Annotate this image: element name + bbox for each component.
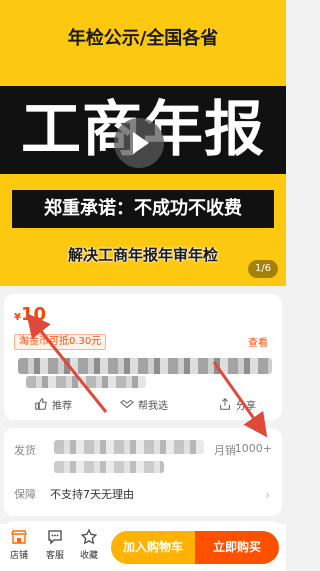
star-icon [80,528,98,545]
share-label: 分享 [236,400,256,412]
favorite-label: 收藏 [79,551,98,561]
monthly-sales-label: 月销 [214,444,236,457]
price-card: ¥10 淘金币可抵0.30元 查看 推荐 帮我选 分享 [4,294,282,420]
thumb-up-icon [35,398,47,410]
guarantee-label: 保障 [14,488,36,501]
chat-icon [48,530,62,545]
help-choose-label: 帮我选 [138,400,168,412]
customer-service-button[interactable]: 客服 [38,528,72,566]
coin-coupon-badge[interactable]: 淘金币可抵0.30元 [14,334,107,350]
chevron-right-icon[interactable]: › [265,488,270,502]
ship-label: 发货 [14,444,36,457]
help-choose-button[interactable]: 帮我选 [120,394,168,414]
store-button[interactable]: 店铺 [2,528,36,566]
monthly-sales-value: 1000+ [234,442,272,455]
price-value: 10 [20,304,47,325]
banner-topline: 年检公示/全国各省 [67,28,219,49]
store-icon [11,530,27,544]
price-currency: ¥ [14,312,21,323]
favorite-button[interactable]: 收藏 [72,528,106,566]
shipping-card[interactable]: 发货 月销 1000+ 保障 不支持7天无理由 › [4,428,282,516]
bottom-action-bar: 店铺 客服 收藏 加入购物车 立即购买 [0,524,286,571]
buy-now-button[interactable]: 立即购买 [195,531,279,564]
share-button[interactable]: 分享 [218,394,256,414]
store-label: 店铺 [9,551,28,561]
blurred-ship-origin [54,440,204,454]
image-pager: 1/6 [248,260,278,278]
recommend-label: 推荐 [52,400,72,412]
blurred-ship-time [54,461,164,473]
guarantee-value: 不支持7天无理由 [50,488,134,501]
recommend-button[interactable]: 推荐 [34,394,72,414]
blurred-product-subtitle [26,376,146,388]
customer-service-label: 客服 [45,551,64,561]
banner-promise: 郑重承诺：不成功不收费 [12,190,274,228]
play-icon[interactable] [114,118,164,168]
price: ¥10 [14,304,46,325]
view-more-link[interactable]: 查看 [248,334,268,349]
add-to-cart-button[interactable]: 加入购物车 [111,531,195,564]
banner-subline: 解决工商年报年审年检 [67,246,218,264]
share-icon [220,398,230,410]
product-banner[interactable]: 年检公示/全国各省 工商年报 郑重承诺：不成功不收费 解决工商年报年审年检 1/… [0,0,286,286]
handshake-icon [120,399,134,409]
blurred-product-title [18,358,272,374]
action-row: 推荐 帮我选 分享 [4,394,282,414]
